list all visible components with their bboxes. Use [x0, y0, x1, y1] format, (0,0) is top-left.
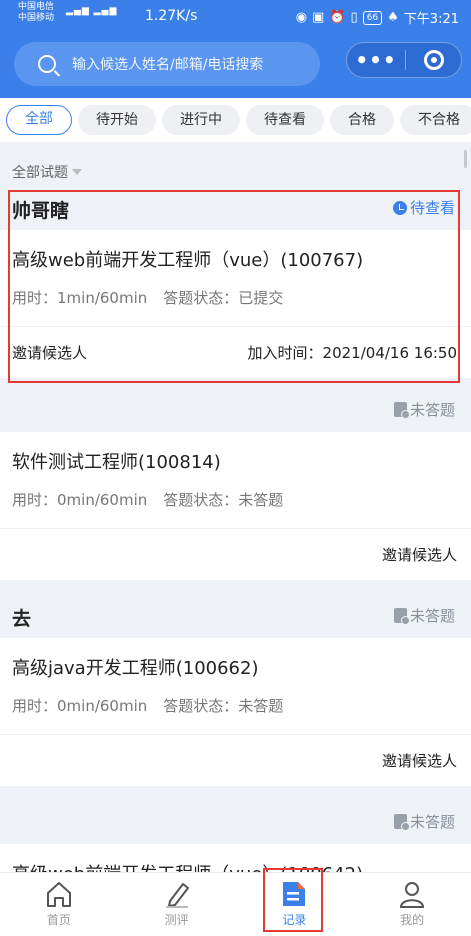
record-card[interactable]: 帅哥瞎 待查看 高级web前端开发工程师（vue）(100767) 用时：1mi…	[0, 188, 471, 378]
invite-candidate-button[interactable]: 邀请候选人	[382, 544, 457, 565]
record-card[interactable]: 去 未答题 高级java开发工程师(100662) 用时：0min/60min 答…	[0, 596, 471, 786]
tab-not-started[interactable]: 待开始	[78, 105, 156, 135]
status-badge: 未答题	[393, 605, 455, 626]
time-used: 用时：0min/60min	[12, 491, 148, 509]
tab-in-progress[interactable]: 进行中	[162, 105, 240, 135]
paper-icon	[393, 814, 410, 831]
tab-unqualified[interactable]: 不合格	[400, 105, 471, 135]
signal-icon: ▂▄▆ ▂▄▆	[66, 6, 118, 16]
answer-state: 答题状态：未答题	[163, 491, 284, 509]
exam-filter-label: 全部试题	[12, 165, 68, 181]
card-footer: 邀请候选人	[0, 528, 471, 580]
header: 中国电信 中国移动 ▂▄▆ ▂▄▆ 1.27K/s ◉ ▣ ⏰ ▯ 66 ♠ 下…	[0, 0, 471, 98]
nav-label: 测评	[164, 913, 189, 927]
search-input[interactable]: 输入候选人姓名/邮箱/电话搜索	[14, 42, 320, 86]
battery-icon: 66	[362, 10, 383, 25]
exam-filter[interactable]: 全部试题	[0, 148, 471, 188]
search-placeholder: 输入候选人姓名/邮箱/电话搜索	[72, 57, 264, 73]
joined-time: 加入时间：2021/04/16 16:50	[247, 344, 457, 362]
network-speed: 1.27K/s	[145, 8, 198, 24]
tab-to-review[interactable]: 待查看	[246, 105, 324, 135]
nav-label: 首页	[46, 913, 71, 927]
close-miniprogram-icon[interactable]	[424, 50, 444, 70]
scrollbar[interactable]	[464, 150, 467, 168]
eye-icon: ◉	[295, 10, 308, 25]
status-badge: 未答题	[393, 811, 455, 832]
vibrate-icon: ▯	[350, 10, 358, 25]
nfc-icon: ▣	[312, 10, 325, 25]
more-button[interactable]: •••	[347, 50, 405, 70]
nav-label: 我的	[400, 913, 425, 927]
card-footer: 邀请候选人	[0, 734, 471, 786]
capsule-divider	[405, 50, 406, 70]
status-tabs: 全部 待开始 进行中 待查看 合格 不合格	[0, 98, 471, 142]
invite-candidate-button[interactable]: 邀请候选人	[382, 750, 457, 771]
card-header: 未答题	[0, 390, 471, 432]
card-meta: 用时：0min/60min 答题状态：未答题	[0, 692, 471, 734]
candidate-name: 去	[12, 608, 32, 630]
carrier-label: 中国电信 中国移动	[18, 2, 55, 23]
card-body: 高级web前端开发工程师（vue）(100767) 用时：1min/60min 答…	[0, 230, 471, 378]
bottom-nav: 首页 测评 记录 我的	[0, 872, 471, 936]
tab-qualified[interactable]: 合格	[330, 105, 394, 135]
status-bar: 中国电信 中国移动 ▂▄▆ ▂▄▆ 1.27K/s ◉ ▣ ⏰ ▯ 66 ♠ 下…	[0, 0, 471, 34]
status-badge: 待查看	[392, 197, 455, 218]
paper-icon	[393, 402, 410, 419]
nav-assessment[interactable]: 测评	[118, 873, 236, 936]
home-icon	[46, 882, 71, 907]
nav-label: 记录	[282, 913, 307, 927]
tab-all[interactable]: 全部	[6, 105, 72, 135]
card-header: 未答题	[0, 802, 471, 844]
record-icon	[283, 882, 306, 906]
paper-icon	[393, 608, 410, 625]
time-used: 用时：1min/60min	[12, 289, 148, 307]
leaf-icon: ♠	[387, 10, 399, 25]
record-card[interactable]: 未答题 软件测试工程师(100814) 用时：0min/60min 答题状态：未答…	[0, 390, 471, 580]
nav-records[interactable]: 记录	[236, 873, 354, 936]
search-icon	[38, 55, 56, 73]
card-footer: 邀请候选人 加入时间：2021/04/16 16:50	[0, 326, 471, 378]
card-body: 软件测试工程师(100814) 用时：0min/60min 答题状态：未答题 邀请…	[0, 432, 471, 580]
card-header: 去 未答题	[0, 596, 471, 638]
answer-state: 答题状态：已提交	[163, 289, 284, 307]
time-used: 用时：0min/60min	[12, 697, 148, 715]
pen-icon	[165, 883, 189, 908]
card-body: 高级java开发工程师(100662) 用时：0min/60min 答题状态：未答…	[0, 638, 471, 786]
answer-state: 答题状态：未答题	[163, 697, 284, 715]
alarm-icon: ⏰	[329, 10, 346, 25]
card-meta: 用时：0min/60min 答题状态：未答题	[0, 486, 471, 528]
job-title: 高级web前端开发工程师（vue）(100767)	[12, 250, 364, 271]
miniprogram-capsule: •••	[346, 42, 462, 78]
clock-icon	[392, 200, 407, 215]
caret-down-icon	[72, 169, 82, 180]
user-icon	[400, 882, 425, 908]
card-header: 帅哥瞎 待查看	[0, 188, 471, 230]
candidate-name: 帅哥瞎	[12, 200, 70, 222]
card-meta: 用时：1min/60min 答题状态：已提交	[0, 284, 471, 326]
nav-home[interactable]: 首页	[0, 873, 118, 936]
job-title: 高级java开发工程师(100662)	[12, 658, 259, 679]
job-title: 软件测试工程师(100814)	[12, 452, 221, 473]
nav-mine[interactable]: 我的	[353, 873, 471, 936]
status-icons: ◉ ▣ ⏰ ▯ 66 ♠ 下午3:21	[296, 8, 459, 27]
invite-candidate-button[interactable]: 邀请候选人	[12, 342, 87, 363]
status-badge: 未答题	[393, 399, 455, 420]
clock-time: 下午3:21	[403, 12, 459, 27]
